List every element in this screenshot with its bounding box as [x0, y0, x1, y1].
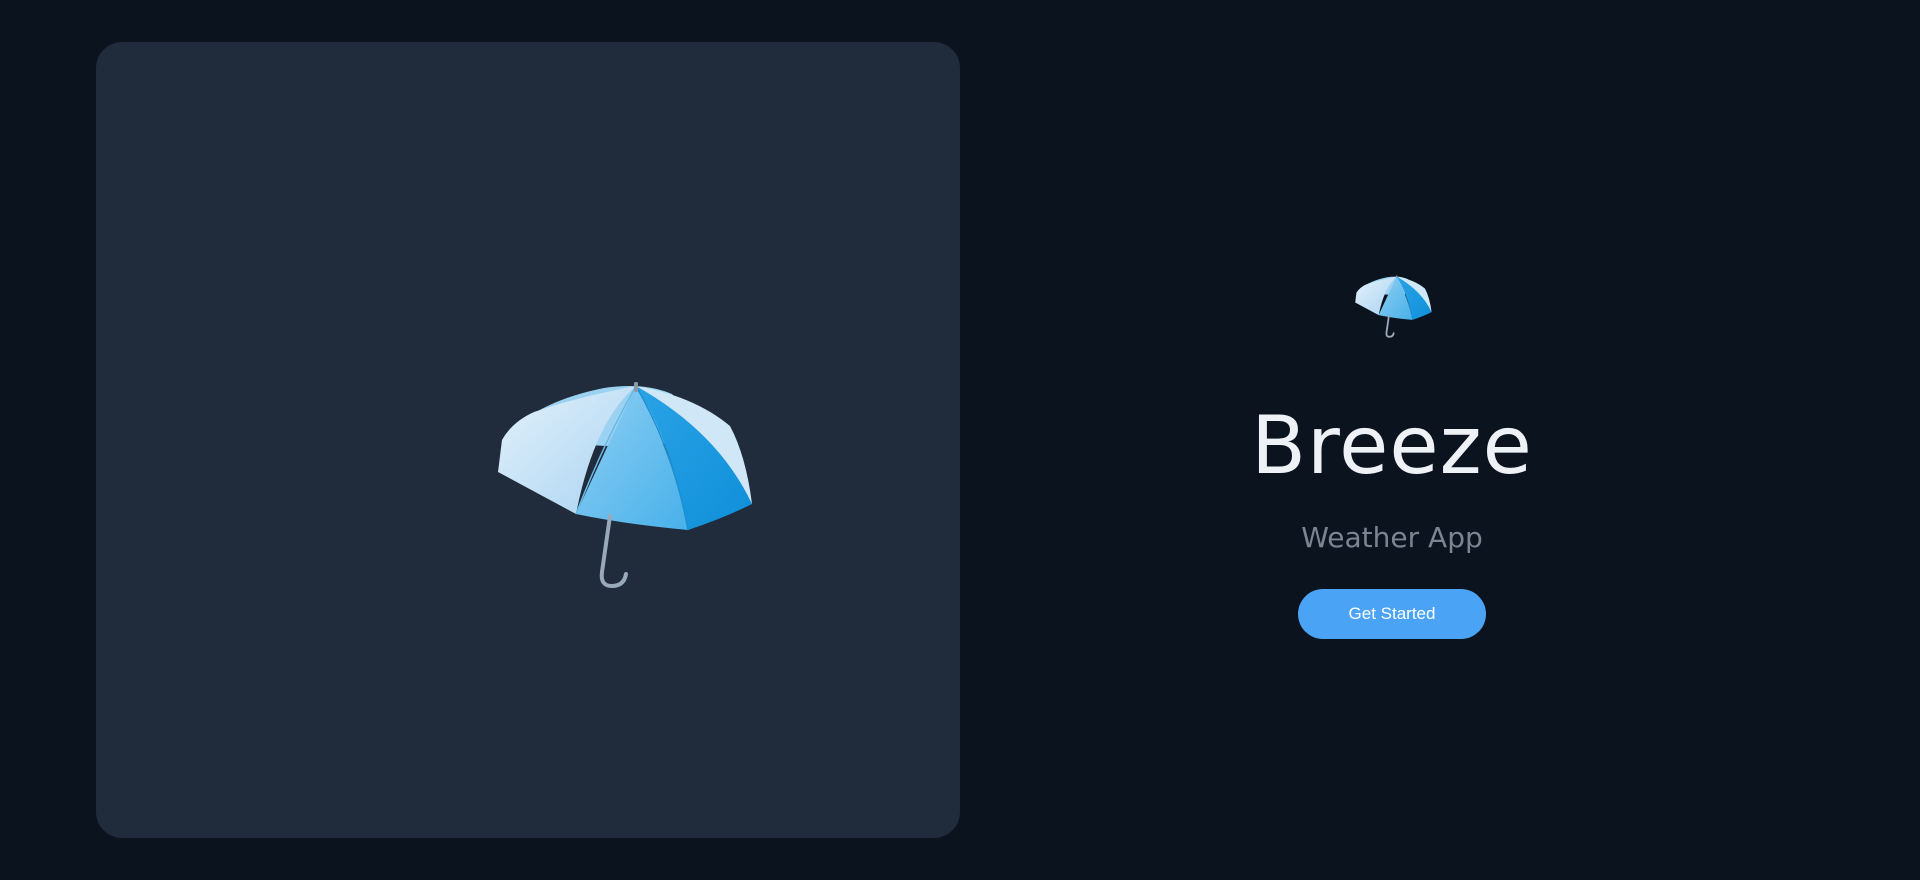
hero-card — [96, 42, 960, 838]
get-started-button[interactable]: Get Started — [1298, 589, 1486, 639]
app-subtitle: Weather App — [1301, 521, 1483, 554]
app-title: Breeze — [1251, 399, 1533, 492]
umbrella-icon — [498, 382, 752, 589]
umbrella-icon — [1355, 275, 1432, 338]
welcome-screen: Breeze Weather App Get Started — [0, 0, 1920, 880]
welcome-panel: Breeze Weather App Get Started — [1152, 0, 1632, 880]
